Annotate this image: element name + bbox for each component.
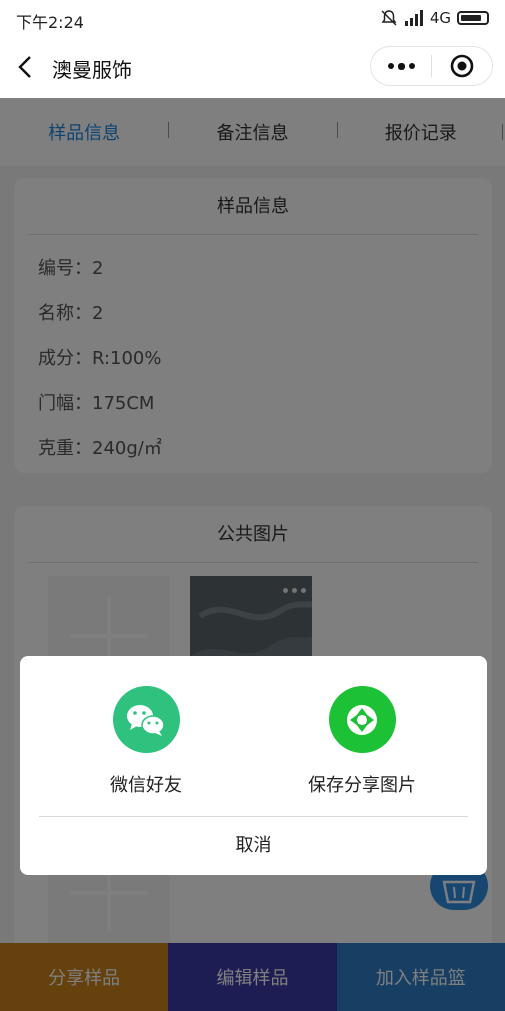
dot-icon <box>397 62 405 70</box>
save-share-image-label: 保存分享图片 <box>308 775 416 796</box>
miniprogram-capsule <box>370 46 493 86</box>
more-button[interactable] <box>371 47 431 85</box>
battery-icon <box>457 11 489 25</box>
network-label: 4G <box>429 9 451 27</box>
dot-icon <box>408 63 415 69</box>
moments-icon <box>328 686 396 753</box>
back-icon[interactable] <box>14 54 40 80</box>
share-wechat-label: 微信好友 <box>110 775 182 796</box>
share-dialog: 微信好友 保存分享图片 取消 <box>20 656 487 875</box>
status-bar: 下午2:24 4G <box>0 0 505 36</box>
cancel-button[interactable]: 取消 <box>20 817 487 875</box>
wechat-icon <box>112 686 180 753</box>
dot-icon <box>387 63 394 69</box>
close-miniprogram-button[interactable] <box>432 47 492 85</box>
status-icons: 4G <box>380 9 489 27</box>
bell-muted-icon <box>381 10 397 26</box>
signal-icon <box>404 10 423 26</box>
status-time: 下午2:24 <box>16 13 84 32</box>
save-share-image-option[interactable]: 保存分享图片 <box>262 686 462 797</box>
target-icon <box>450 54 474 78</box>
share-wechat-friend-option[interactable]: 微信好友 <box>46 686 246 797</box>
nav-bar: 澳曼服饰 <box>0 36 505 98</box>
page-title: 澳曼服饰 <box>52 58 132 82</box>
